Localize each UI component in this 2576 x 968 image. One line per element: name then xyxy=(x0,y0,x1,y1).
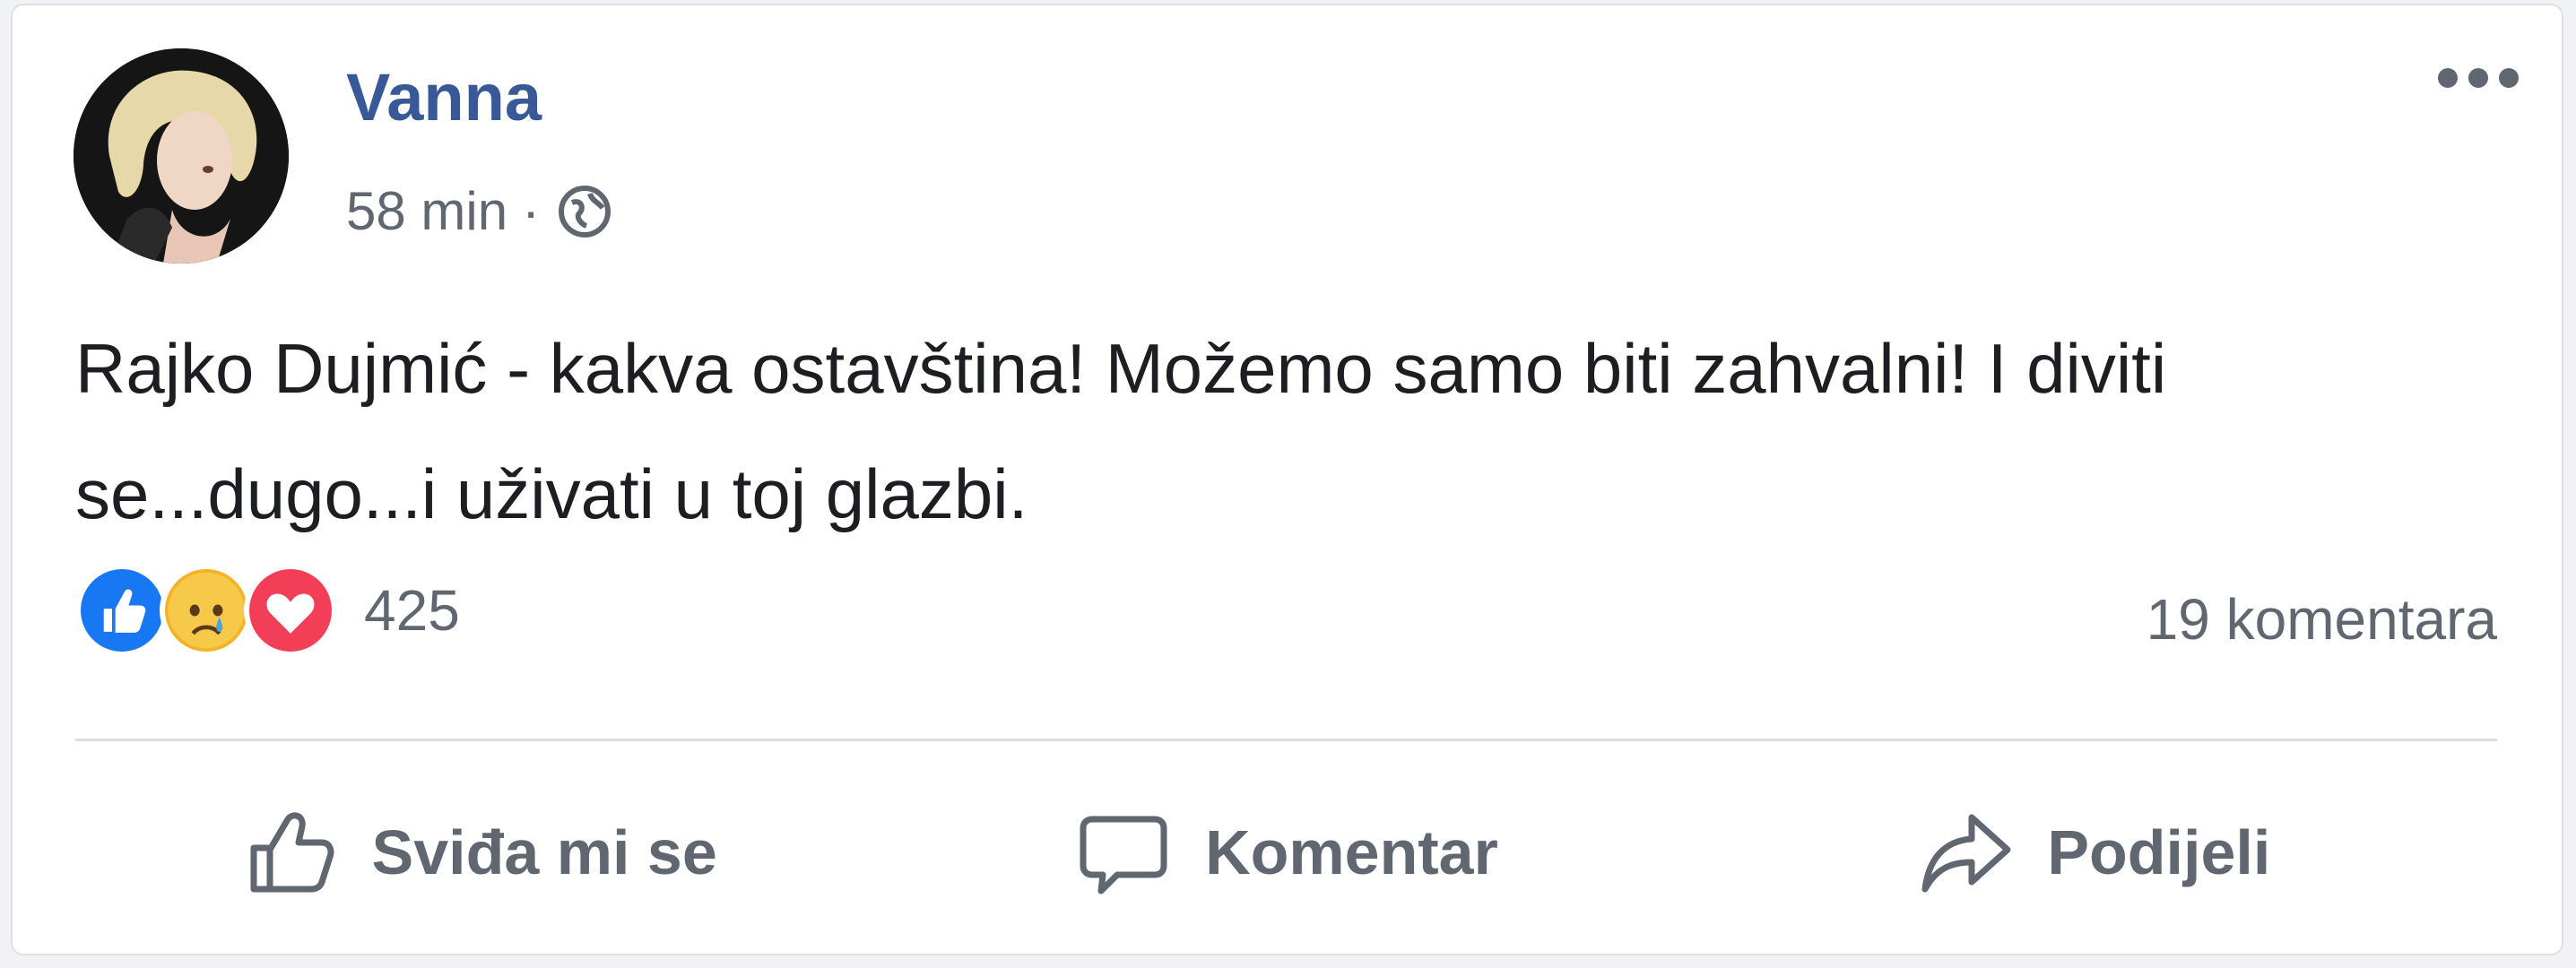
reactions-summary[interactable]: 425 xyxy=(75,561,460,660)
like-icon xyxy=(75,564,169,657)
post-card: Vanna 58 min · Rajko Dujmić - kakva osta… xyxy=(11,4,2563,955)
post-actions: Sviđa mi se Komentar Podijeli xyxy=(75,785,2497,920)
like-button[interactable]: Sviđa mi se xyxy=(75,785,882,920)
share-button[interactable]: Podijeli xyxy=(1690,785,2497,920)
author-name[interactable]: Vanna xyxy=(346,65,542,131)
avatar[interactable] xyxy=(74,48,289,264)
like-label: Sviđa mi se xyxy=(371,817,717,887)
globe-icon xyxy=(554,181,615,242)
comments-count-link[interactable]: 19 komentara xyxy=(2147,586,2497,653)
love-icon xyxy=(244,564,337,657)
sad-icon xyxy=(160,564,253,657)
post-time[interactable]: 58 min xyxy=(346,185,507,238)
comment-button[interactable]: Komentar xyxy=(882,785,1689,920)
thumbs-up-icon xyxy=(250,812,334,893)
comment-label: Komentar xyxy=(1205,817,1498,887)
divider xyxy=(75,739,2497,741)
comment-icon xyxy=(1080,816,1167,895)
more-options-icon[interactable] xyxy=(2438,68,2519,88)
post-text: Rajko Dujmić - kakva ostavština! Možemo … xyxy=(75,329,2167,533)
reaction-count: 425 xyxy=(364,578,460,643)
share-arrow-icon xyxy=(1921,814,2011,893)
meta-separator: · xyxy=(522,181,541,241)
post-meta: 58 min · xyxy=(346,181,615,242)
share-label: Podijeli xyxy=(2047,817,2271,887)
